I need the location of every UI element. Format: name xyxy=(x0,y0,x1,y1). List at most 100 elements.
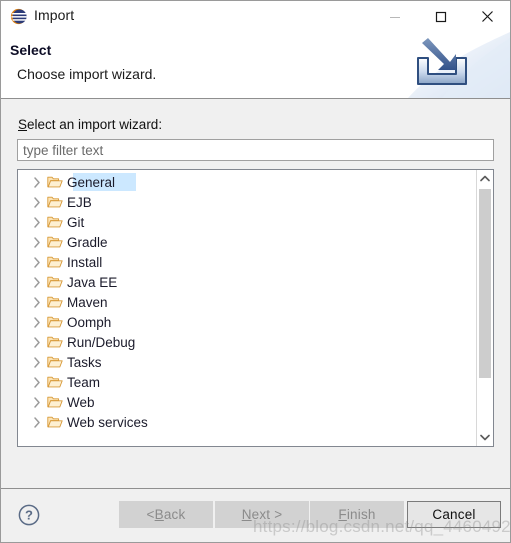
help-button[interactable]: ? xyxy=(17,503,41,527)
tree-expand-toggle[interactable] xyxy=(28,336,46,348)
chevron-down-icon xyxy=(480,434,490,441)
folder-icon xyxy=(46,376,63,388)
tree-item-team[interactable]: Team xyxy=(18,372,476,392)
tree-item-label: Java EE xyxy=(67,274,118,290)
scrollbar-thumb[interactable] xyxy=(479,189,491,378)
back-button[interactable]: < Back xyxy=(119,501,213,528)
chevron-right-icon xyxy=(34,376,40,388)
folder-icon xyxy=(46,176,63,188)
tree-item-java-ee[interactable]: Java EE xyxy=(18,272,476,292)
chevron-right-icon xyxy=(34,276,40,288)
chevron-right-icon xyxy=(34,216,40,228)
close-button[interactable] xyxy=(464,1,510,32)
next-button[interactable]: Next > xyxy=(215,501,309,528)
tree-expand-toggle[interactable] xyxy=(28,176,46,188)
tree-item-label: Gradle xyxy=(67,234,108,250)
svg-text:?: ? xyxy=(25,508,33,523)
tree-vertical-scrollbar[interactable] xyxy=(476,170,493,446)
tree-item-label: Tasks xyxy=(67,354,102,370)
label-rest: elect an import wizard: xyxy=(27,117,163,132)
chevron-right-icon xyxy=(34,336,40,348)
folder-icon xyxy=(46,316,63,328)
chevron-right-icon xyxy=(34,396,40,408)
chevron-right-icon xyxy=(34,196,40,208)
tree-item-label: Git xyxy=(67,214,85,230)
folder-icon xyxy=(46,216,63,228)
folder-icon xyxy=(46,416,63,428)
tree-item-ejb[interactable]: EJB xyxy=(18,192,476,212)
tree-rows-container: General EJB Git Gradle Install Java EE Maven Oo… xyxy=(18,172,476,432)
title-bar: Import xyxy=(1,1,510,32)
tree-item-maven[interactable]: Maven xyxy=(18,292,476,312)
maximize-button[interactable] xyxy=(418,1,464,32)
chevron-right-icon xyxy=(34,416,40,428)
finish-button[interactable]: Finish xyxy=(310,501,404,528)
chevron-right-icon xyxy=(34,356,40,368)
tree-item-oomph[interactable]: Oomph xyxy=(18,312,476,332)
folder-icon xyxy=(46,256,63,268)
folder-icon-wrapper xyxy=(46,395,63,409)
page-description: Choose import wizard. xyxy=(17,66,157,82)
label-mnemonic: S xyxy=(18,117,28,132)
tree-expand-toggle[interactable] xyxy=(28,316,46,328)
tree-item-tasks[interactable]: Tasks xyxy=(18,352,476,372)
page-title: Select xyxy=(10,42,52,58)
chevron-right-icon xyxy=(34,256,40,268)
eclipse-logo-icon xyxy=(10,8,27,25)
folder-icon-wrapper xyxy=(46,235,63,249)
chevron-right-icon xyxy=(34,176,40,188)
folder-icon-wrapper xyxy=(46,275,63,289)
folder-icon-wrapper xyxy=(46,355,63,369)
import-wizard-dialog: Import Select Choose import wizard. Sele… xyxy=(0,0,511,543)
help-question-icon: ? xyxy=(18,504,40,526)
tree-item-install[interactable]: Install xyxy=(18,252,476,272)
import-wizard-tree[interactable]: General EJB Git Gradle Install Java EE Maven Oo… xyxy=(17,169,494,447)
button-bar: ? < Back Next > Finish Cancel xyxy=(1,488,510,542)
button-mnemonic: F xyxy=(338,507,347,522)
folder-icon-wrapper xyxy=(46,295,63,309)
tree-expand-toggle[interactable] xyxy=(28,256,46,268)
tree-expand-toggle[interactable] xyxy=(28,356,46,368)
tree-expand-toggle[interactable] xyxy=(28,396,46,408)
chevron-up-icon xyxy=(480,175,490,182)
window-title: Import xyxy=(34,7,75,23)
minimize-button[interactable] xyxy=(372,1,418,32)
folder-icon xyxy=(46,396,63,408)
chevron-right-icon xyxy=(34,296,40,308)
scroll-down-button[interactable] xyxy=(477,429,493,446)
folder-icon-wrapper xyxy=(46,215,63,229)
folder-icon xyxy=(46,356,63,368)
folder-icon-wrapper xyxy=(46,375,63,389)
scroll-up-button[interactable] xyxy=(477,170,493,187)
tree-item-label: Web xyxy=(67,394,95,410)
tree-expand-toggle[interactable] xyxy=(28,196,46,208)
tree-expand-toggle[interactable] xyxy=(28,236,46,248)
tree-expand-toggle[interactable] xyxy=(28,376,46,388)
tree-item-run-debug[interactable]: Run/Debug xyxy=(18,332,476,352)
tree-item-web-services[interactable]: Web services xyxy=(18,412,476,432)
wizard-header: Select Choose import wizard. xyxy=(1,32,510,99)
select-wizard-label: Select an import wizard: xyxy=(18,117,162,132)
folder-icon-wrapper xyxy=(46,315,63,329)
tree-item-gradle[interactable]: Gradle xyxy=(18,232,476,252)
tree-expand-toggle[interactable] xyxy=(28,296,46,308)
tree-item-web[interactable]: Web xyxy=(18,392,476,412)
tree-item-label: Web services xyxy=(67,414,148,430)
folder-icon xyxy=(46,236,63,248)
folder-icon xyxy=(46,336,63,348)
tree-expand-toggle[interactable] xyxy=(28,216,46,228)
tree-item-general[interactable]: General xyxy=(18,172,476,192)
filter-input[interactable] xyxy=(17,139,494,161)
tree-expand-toggle[interactable] xyxy=(28,276,46,288)
folder-icon xyxy=(46,276,63,288)
folder-icon-wrapper xyxy=(46,415,63,429)
tree-expand-toggle[interactable] xyxy=(28,416,46,428)
maximize-icon xyxy=(435,11,447,22)
tree-item-label: Run/Debug xyxy=(67,334,136,350)
import-tray-arrow-icon xyxy=(398,32,510,98)
tree-item-label: Team xyxy=(67,374,101,390)
chevron-right-icon xyxy=(34,316,40,328)
cancel-button[interactable]: Cancel xyxy=(407,501,501,528)
tree-item-label: Oomph xyxy=(67,314,112,330)
tree-item-git[interactable]: Git xyxy=(18,212,476,232)
